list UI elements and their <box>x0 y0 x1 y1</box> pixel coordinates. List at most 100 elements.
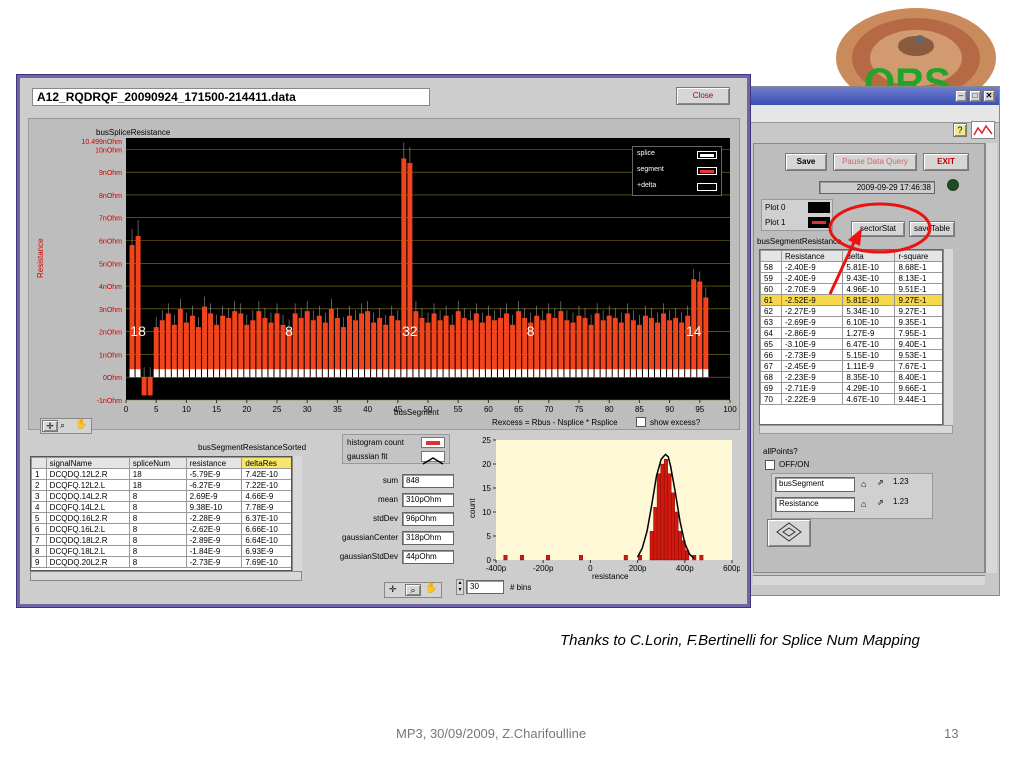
format-button[interactable]: 1.23 <box>893 477 909 486</box>
zoom-icon[interactable]: ⌕ <box>405 584 421 596</box>
bus-table-header[interactable] <box>760 250 782 262</box>
sorted-table-row[interactable]: 1 DCQDQ.12L2.R 18 -5.79E-9 7.42E-10 <box>31 468 291 480</box>
bus-table-row[interactable]: 67 -2.45E-9 1.11E-9 7.67E-1 <box>760 360 942 372</box>
pan-tool-button[interactable] <box>767 519 811 547</box>
bus-table-vscroll[interactable] <box>943 249 953 425</box>
bus-table-row[interactable]: 65 -3.10E-9 6.47E-10 9.40E-1 <box>760 338 942 350</box>
lock-icon[interactable]: ⌂ <box>861 479 866 489</box>
bus-table-cell: 64 <box>760 327 782 339</box>
sorted-table-row[interactable]: 6 DCQFQ.16L2.L 8 -2.62E-9 6.66E-10 <box>31 523 291 535</box>
segment-bar <box>316 315 322 378</box>
splice-bar <box>642 369 648 378</box>
sorted-table-header[interactable]: resistance <box>185 457 243 469</box>
sorted-table-header[interactable] <box>31 457 47 469</box>
splice-bar <box>570 369 576 378</box>
save-table-button[interactable]: saveTable <box>909 221 955 237</box>
sorted-table-row[interactable]: 4 DCQFQ.14L2.L 8 9.38E-10 7.78E-9 <box>31 501 291 513</box>
bus-table-row[interactable]: 61 -2.52E-9 5.81E-10 9.27E-1 <box>760 294 942 306</box>
maximize-button[interactable]: □ <box>969 90 981 102</box>
back-vscroll[interactable] <box>985 143 997 573</box>
bins-stepper[interactable]: ▴ ▾ <box>456 579 464 595</box>
sorted-table-cell: 7.78E-9 <box>241 501 291 513</box>
sorted-table-cell: 7.69E-10 <box>241 556 291 568</box>
back-hscroll[interactable] <box>753 575 985 585</box>
bus-table-row[interactable]: 60 -2.70E-9 4.96E-10 9.51E-1 <box>760 283 942 295</box>
legend-splice-swatch <box>697 151 717 159</box>
axis-scale-icon[interactable]: ⇗ <box>877 478 884 487</box>
bus-table-row[interactable]: 69 -2.71E-9 4.29E-10 9.66E-1 <box>760 382 942 394</box>
close-button[interactable]: Close <box>676 87 730 105</box>
format-button[interactable]: 1.23 <box>893 497 909 506</box>
bus-table-cell: 5.81E-10 <box>842 294 896 306</box>
bus-table-header[interactable]: Resistance <box>780 250 844 262</box>
segment-bar <box>437 320 443 378</box>
sorted-table-vscroll[interactable] <box>292 456 302 571</box>
hist-count-swatch <box>421 437 445 448</box>
sorted-table-cell: -2.28E-9 <box>185 512 243 524</box>
segment-bar <box>334 317 340 378</box>
bus-table-row[interactable]: 70 -2.22E-9 4.67E-10 9.44E-1 <box>760 393 942 405</box>
splice-bar <box>534 369 540 378</box>
sorted-table-hscroll[interactable] <box>30 571 302 581</box>
sorted-table-row[interactable]: 3 DCQDQ.14L2.R 8 2.69E-9 4.66E-9 <box>31 490 291 502</box>
exit-button[interactable]: EXIT <box>923 153 969 171</box>
lock-icon[interactable]: ⌂ <box>861 499 866 509</box>
splice-bar <box>304 369 310 378</box>
sorted-table-title: busSegmentResistanceSorted <box>198 443 307 452</box>
sorted-table-cell: -2.73E-9 <box>185 556 243 568</box>
crosshair-icon[interactable]: ✛ <box>389 584 397 595</box>
bus-table-header[interactable]: delta <box>842 250 896 262</box>
axis-scale-icon[interactable]: ⇗ <box>877 498 884 507</box>
help-icon[interactable]: ? <box>953 123 967 137</box>
sorted-table-row[interactable]: 7 DCQDQ.18L2.R 8 -2.89E-9 6.64E-10 <box>31 534 291 546</box>
bus-table-row[interactable]: 62 -2.27E-9 5.34E-10 9.27E-1 <box>760 305 942 317</box>
sector-stat-button[interactable]: sectorStat <box>851 221 905 237</box>
bus-table-row[interactable]: 58 -2.40E-9 5.81E-10 8.68E-1 <box>760 261 942 273</box>
splice-bar <box>153 369 159 378</box>
crosshair-icon[interactable]: ✛ <box>42 420 58 432</box>
sorted-table-row[interactable]: 9 DCQDQ.20L2.R 8 -2.73E-9 7.69E-10 <box>31 556 291 568</box>
bus-table-hscroll[interactable] <box>759 425 953 434</box>
hist-x-tick-label: -200p <box>533 564 554 573</box>
sorted-table-row[interactable]: 5 DCQDQ.16L2.R 8 -2.28E-9 6.37E-10 <box>31 512 291 524</box>
sorted-table-header[interactable]: signalName <box>45 457 130 469</box>
histogram-bar <box>678 530 683 561</box>
splice-bar <box>250 369 256 378</box>
hist-palette: ✛ ⌕ ✋ <box>384 582 442 598</box>
splice-bar <box>395 369 401 378</box>
x-tick-label: 75 <box>575 405 584 414</box>
minimize-button[interactable]: ‒ <box>955 90 967 102</box>
sorted-table-row[interactable]: 2 DCQFQ.12L2.L 18 -6.27E-9 7.22E-10 <box>31 479 291 491</box>
save-button[interactable]: Save <box>785 153 827 171</box>
close-x-button[interactable]: ✕ <box>983 90 995 102</box>
resistance-field[interactable]: Resistance <box>775 497 855 512</box>
sorted-table-cell: 8 <box>128 534 187 546</box>
splice-bar <box>189 369 195 378</box>
zoom-icon[interactable]: ⌕ <box>60 420 65 431</box>
bus-table-row[interactable]: 68 -2.23E-9 8.35E-10 8.40E-1 <box>760 371 942 383</box>
show-excess-checkbox[interactable] <box>636 417 646 427</box>
bus-table-header[interactable]: r-square <box>894 250 942 262</box>
bus-table-cell: 8.40E-1 <box>894 371 942 383</box>
bus-segment-field[interactable]: busSegment <box>775 477 855 492</box>
bus-table-cell: 8.13E-1 <box>894 272 942 284</box>
all-points-checkbox[interactable] <box>765 460 775 470</box>
bins-input[interactable]: 30 <box>466 580 504 594</box>
hand-icon[interactable]: ✋ <box>425 583 437 594</box>
sorted-table-header[interactable]: spliceNum <box>128 457 187 469</box>
sorted-table-row[interactable]: 8 DCQFQ.18L2.L 8 -1.84E-9 6.93E-9 <box>31 545 291 557</box>
segment-bar <box>516 311 522 378</box>
bus-table-row[interactable]: 66 -2.73E-9 5.15E-10 9.53E-1 <box>760 349 942 361</box>
splice-bar <box>606 369 612 378</box>
bus-table-row[interactable]: 59 -2.40E-9 9.43E-10 8.13E-1 <box>760 272 942 284</box>
hand-icon[interactable]: ✋ <box>75 419 87 430</box>
bus-table-row[interactable]: 63 -2.69E-9 6.10E-10 9.35E-1 <box>760 316 942 328</box>
bus-table-cell: 4.29E-10 <box>842 382 896 394</box>
bus-table-row[interactable]: 64 -2.86E-9 1.27E-9 7.95E-1 <box>760 327 942 339</box>
splice-bar <box>576 369 582 378</box>
sorted-table-header[interactable]: deltaRes <box>241 457 291 469</box>
pause-data-query-button[interactable]: Pause Data Query <box>833 153 917 171</box>
bus-table-cell: 1.11E-9 <box>842 360 896 372</box>
bus-table-cell: -2.69E-9 <box>780 316 844 328</box>
bus-table-cell: 7.95E-1 <box>894 327 942 339</box>
